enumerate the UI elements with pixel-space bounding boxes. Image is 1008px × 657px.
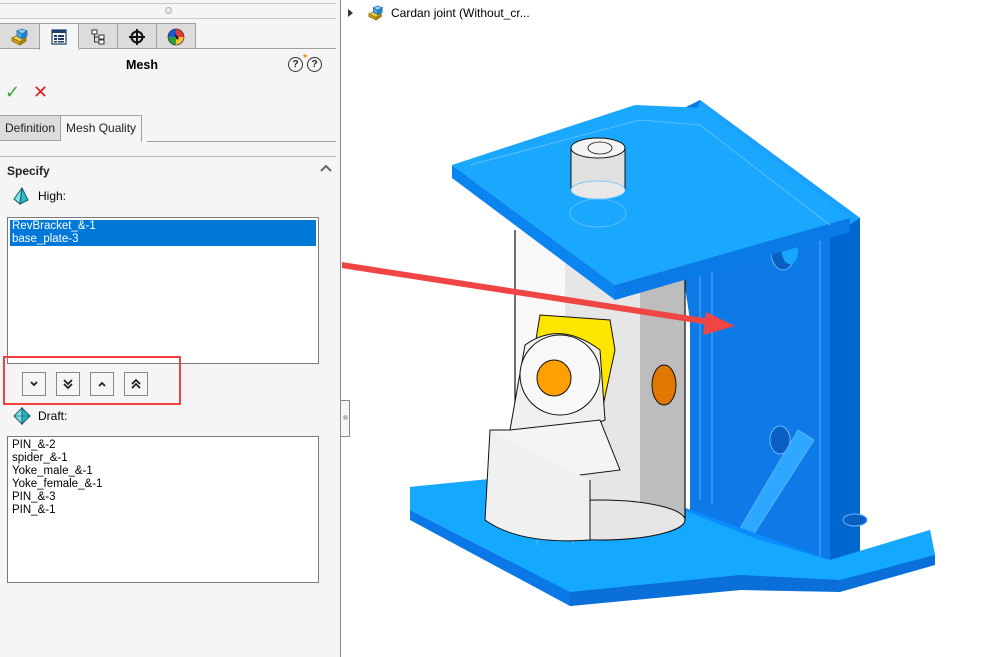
expand-arrow-icon[interactable] xyxy=(348,9,353,17)
help-icons: ? * ? xyxy=(288,53,322,72)
chevron-up-icon[interactable] xyxy=(320,163,332,177)
tree-item-label: Cardan joint (Without_cr... xyxy=(391,6,530,20)
help-icon[interactable]: ? xyxy=(307,57,322,72)
model-view xyxy=(127,100,935,606)
high-quality-listbox[interactable]: RevBracket_&-1 base_plate-3 xyxy=(7,217,319,364)
tree-item-cardan-joint[interactable]: Cardan joint (Without_cr... xyxy=(348,5,530,21)
list-item[interactable]: Yoke_female_&-1 xyxy=(10,478,316,491)
manager-tabs xyxy=(0,23,196,50)
tab-configuration-manager[interactable] xyxy=(78,23,118,49)
pyramid-draft-icon xyxy=(13,407,31,425)
subtabs: Definition Mesh Quality xyxy=(0,115,143,142)
list-item[interactable]: RevBracket_&-1 xyxy=(10,220,316,233)
tab-dimxpert-manager[interactable] xyxy=(117,23,157,49)
appearance-ball-icon xyxy=(167,28,185,45)
move-up-button[interactable] xyxy=(90,372,114,396)
double-chevron-up-icon xyxy=(131,378,141,389)
panel-title: Mesh xyxy=(126,58,158,72)
list-item[interactable]: spider_&-1 xyxy=(10,452,316,465)
crosshair-icon xyxy=(129,28,145,45)
draft-quality-listbox[interactable]: PIN_&-2 spider_&-1 Yoke_male_&-1 Yoke_fe… xyxy=(7,436,319,583)
tab-definition[interactable]: Definition xyxy=(0,115,62,141)
whats-wrong-help-icon[interactable]: ? * xyxy=(288,53,307,72)
pyramid-high-icon xyxy=(13,187,29,205)
list-item[interactable]: Yoke_male_&-1 xyxy=(10,465,316,478)
list-item[interactable]: PIN_&-3 xyxy=(10,491,316,504)
move-all-down-button[interactable] xyxy=(56,372,80,396)
list-item[interactable]: PIN_&-1 xyxy=(10,504,316,517)
property-list-icon xyxy=(51,29,67,45)
divider xyxy=(0,3,336,4)
double-chevron-down-icon xyxy=(63,379,73,390)
cancel-button[interactable]: ✕ xyxy=(33,82,48,103)
ok-button[interactable]: ✓ xyxy=(5,82,20,103)
divider xyxy=(0,156,336,157)
draft-label-text: Draft: xyxy=(38,409,68,423)
help-glyph: ? xyxy=(311,59,318,70)
panel-grip-handle[interactable] xyxy=(165,7,172,14)
divider xyxy=(0,18,336,19)
close-icon: ✕ xyxy=(33,82,49,102)
draft-quality-label: Draft: xyxy=(12,407,67,425)
pin-part xyxy=(570,137,626,200)
property-manager-panel: Mesh ? * ? ✓ ✕ Definition Mesh Quality S… xyxy=(0,0,341,657)
chevron-up-icon xyxy=(98,381,106,387)
chevron-down-icon xyxy=(30,381,38,387)
tab-mesh-quality[interactable]: Mesh Quality xyxy=(61,115,143,142)
graphics-viewport[interactable] xyxy=(127,0,1008,657)
tab-display-manager[interactable] xyxy=(156,23,196,49)
list-item[interactable]: PIN_&-2 xyxy=(10,439,316,452)
high-quality-label: High: xyxy=(12,187,66,205)
high-label-text: High: xyxy=(38,189,67,203)
checkmark-icon: ✓ xyxy=(5,82,21,102)
section-title-specify: Specify xyxy=(7,164,50,178)
part-cube-icon xyxy=(10,28,28,46)
configuration-tree-icon xyxy=(91,29,105,44)
assembly-icon xyxy=(368,5,384,21)
tab-property-manager[interactable] xyxy=(39,23,79,50)
divider xyxy=(40,48,79,49)
divider xyxy=(147,141,336,142)
list-item[interactable]: base_plate-3 xyxy=(10,233,316,246)
move-buttons xyxy=(22,372,148,396)
help-glyph: ? xyxy=(292,59,299,70)
move-all-up-button[interactable] xyxy=(124,372,148,396)
move-down-button[interactable] xyxy=(22,372,46,396)
tab-feature-manager[interactable] xyxy=(0,23,40,49)
